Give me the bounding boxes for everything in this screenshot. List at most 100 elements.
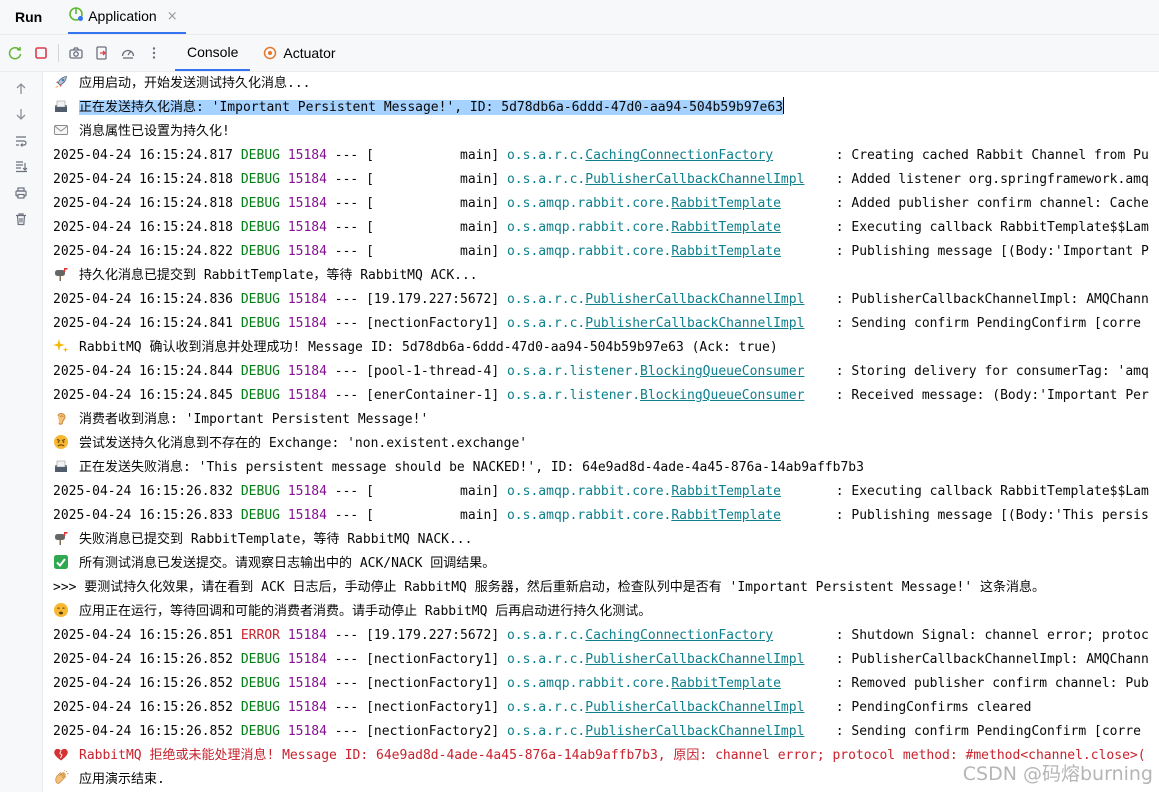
log-logger: o.s.a.r.c.PublisherCallbackChannelImpl — [507, 700, 804, 715]
tab-application-label: Application — [88, 8, 157, 24]
scroll-to-end-icon[interactable] — [12, 157, 30, 175]
logger-class-link[interactable]: PublisherCallbackChannelImpl — [585, 316, 804, 331]
log-padding — [804, 652, 827, 667]
message-text: 正在发送失败消息: 'This persistent message shoul… — [79, 460, 864, 475]
log-thread: [ main] — [366, 196, 500, 211]
logger-class-link[interactable]: RabbitTemplate — [671, 196, 781, 211]
log-separator: --- — [334, 484, 359, 499]
message-line: 所有测试消息已发送提交。请观察日志输出中的 ACK/NACK 回调结果。 — [53, 552, 495, 576]
dashboard-icon[interactable] — [115, 40, 141, 66]
log-timestamp: 2025-04-24 16:15:24.818 — [53, 196, 234, 211]
log-pid: 15184 — [287, 508, 327, 523]
message-line: 正在发送失败消息: 'This persistent message shoul… — [53, 456, 864, 480]
log-logger: o.s.amqp.rabbit.core.RabbitTemplate — [507, 508, 781, 523]
logger-class-link[interactable]: RabbitTemplate — [671, 220, 781, 235]
message-text: >>> 要测试持久化效果，请在看到 ACK 日志后，手动停止 RabbitMQ … — [53, 580, 1045, 595]
log-level: DEBUG — [240, 724, 280, 739]
message-line: 应用正在运行，等待回调和可能的消费者消费。请手动停止 RabbitMQ 后再启动… — [53, 600, 651, 624]
logger-class-link[interactable]: PublisherCallbackChannelImpl — [585, 724, 804, 739]
logger-class-link[interactable]: BlockingQueueConsumer — [640, 364, 804, 379]
log-line: 2025-04-24 16:15:26.852 DEBUG 15184 --- … — [53, 648, 1149, 672]
log-timestamp: 2025-04-24 16:15:24.822 — [53, 244, 234, 259]
logger-class-link[interactable]: RabbitTemplate — [671, 676, 781, 691]
log-timestamp: 2025-04-24 16:15:24.844 — [53, 364, 234, 379]
log-thread: [nectionFactory1] — [366, 652, 500, 667]
log-line: 2025-04-24 16:15:24.844 DEBUG 15184 --- … — [53, 360, 1149, 384]
log-pid: 15184 — [287, 292, 327, 307]
spring-boot-icon — [68, 6, 84, 26]
log-pid: 15184 — [287, 628, 327, 643]
log-thread: [ main] — [366, 148, 500, 163]
log-level: DEBUG — [240, 292, 280, 307]
log-logger: o.s.a.r.c.PublisherCallbackChannelImpl — [507, 652, 804, 667]
logger-package: o.s.a.r.c. — [506, 628, 586, 643]
logger-class-link[interactable]: PublisherCallbackChannelImpl — [585, 700, 804, 715]
logger-class-link[interactable]: PublisherCallbackChannelImpl — [585, 292, 804, 307]
log-separator: --- — [334, 676, 359, 691]
log-level: DEBUG — [240, 700, 280, 715]
log-thread: [nectionFactory1] — [366, 700, 500, 715]
rerun-icon[interactable] — [2, 40, 28, 66]
trash-icon[interactable] — [12, 210, 30, 228]
soft-wrap-icon[interactable] — [12, 132, 30, 150]
log-logger: o.s.amqp.rabbit.core.RabbitTemplate — [507, 196, 781, 211]
logger-class-link[interactable]: RabbitTemplate — [671, 244, 781, 259]
stop-icon[interactable] — [28, 40, 54, 66]
log-level: DEBUG — [240, 364, 280, 379]
console-side-toolbar — [0, 72, 43, 792]
log-level: DEBUG — [240, 676, 280, 691]
log-pid: 15184 — [287, 676, 327, 691]
log-message: : Sending confirm PendingConfirm [corre — [835, 316, 1141, 331]
log-message: : PendingConfirms cleared — [835, 700, 1032, 715]
message-text: 消费者收到消息: 'Important Persistent Message!' — [79, 412, 429, 427]
log-timestamp: 2025-04-24 16:15:24.818 — [53, 172, 234, 187]
log-level: DEBUG — [240, 172, 280, 187]
log-pid: 15184 — [287, 484, 327, 499]
log-thread: [19.179.227:5672] — [366, 628, 500, 643]
log-timestamp: 2025-04-24 16:15:26.851 — [53, 628, 234, 643]
print-icon[interactable] — [12, 184, 30, 202]
close-icon[interactable]: × — [167, 9, 178, 24]
log-separator: --- — [334, 700, 359, 715]
text-caret — [783, 97, 784, 114]
log-level: DEBUG — [240, 508, 280, 523]
log-level: DEBUG — [240, 196, 280, 211]
logger-class-link[interactable]: CachingConnectionFactory — [585, 628, 773, 643]
log-padding — [781, 508, 828, 523]
log-message: : Sending confirm PendingConfirm [corre — [835, 724, 1141, 739]
logger-class-link[interactable]: CachingConnectionFactory — [585, 148, 773, 163]
log-timestamp: 2025-04-24 16:15:26.833 — [53, 508, 234, 523]
message-text: 尝试发送持久化消息到不存在的 Exchange: 'non.existent.e… — [79, 436, 528, 451]
camera-icon[interactable] — [63, 40, 89, 66]
log-thread: [ main] — [366, 484, 500, 499]
logger-class-link[interactable]: PublisherCallbackChannelImpl — [585, 172, 804, 187]
log-padding — [781, 220, 828, 235]
log-thread: [nectionFactory2] — [366, 724, 500, 739]
log-timestamp: 2025-04-24 16:15:24.817 — [53, 148, 234, 163]
ear-icon — [53, 410, 69, 426]
log-pid: 15184 — [287, 220, 327, 235]
logger-class-link[interactable]: RabbitTemplate — [671, 508, 781, 523]
log-message: : PublisherCallbackChannelImpl: AMQChann — [835, 652, 1149, 667]
tab-console[interactable]: Console — [175, 35, 251, 71]
log-thread: [ main] — [366, 244, 500, 259]
exit-icon[interactable] — [89, 40, 115, 66]
logger-class-link[interactable]: BlockingQueueConsumer — [640, 388, 804, 403]
logger-class-link[interactable]: RabbitTemplate — [671, 484, 781, 499]
logger-package: o.s.a.r.c. — [506, 292, 586, 307]
log-logger: o.s.a.r.listener.BlockingQueueConsumer — [507, 388, 804, 403]
log-separator: --- — [334, 724, 359, 739]
arrow-up-icon[interactable] — [12, 80, 30, 98]
log-timestamp: 2025-04-24 16:15:26.852 — [53, 700, 234, 715]
console-output[interactable]: 应用启动，开始发送测试持久化消息... 正在发送持久化消息: 'Important… — [43, 72, 1159, 792]
watermark: CSDN @码熔burning — [962, 763, 1153, 785]
log-logger: o.s.a.r.c.CachingConnectionFactory — [507, 148, 773, 163]
log-padding — [773, 628, 828, 643]
log-line: 2025-04-24 16:15:24.822 DEBUG 15184 --- … — [53, 240, 1149, 264]
tab-application[interactable]: Application × — [68, 0, 186, 34]
arrow-down-icon[interactable] — [12, 105, 30, 123]
more-icon[interactable] — [141, 40, 167, 66]
logger-class-link[interactable]: PublisherCallbackChannelImpl — [585, 652, 804, 667]
toolbar-separator — [58, 44, 59, 62]
tab-actuator[interactable]: Actuator — [250, 35, 347, 71]
